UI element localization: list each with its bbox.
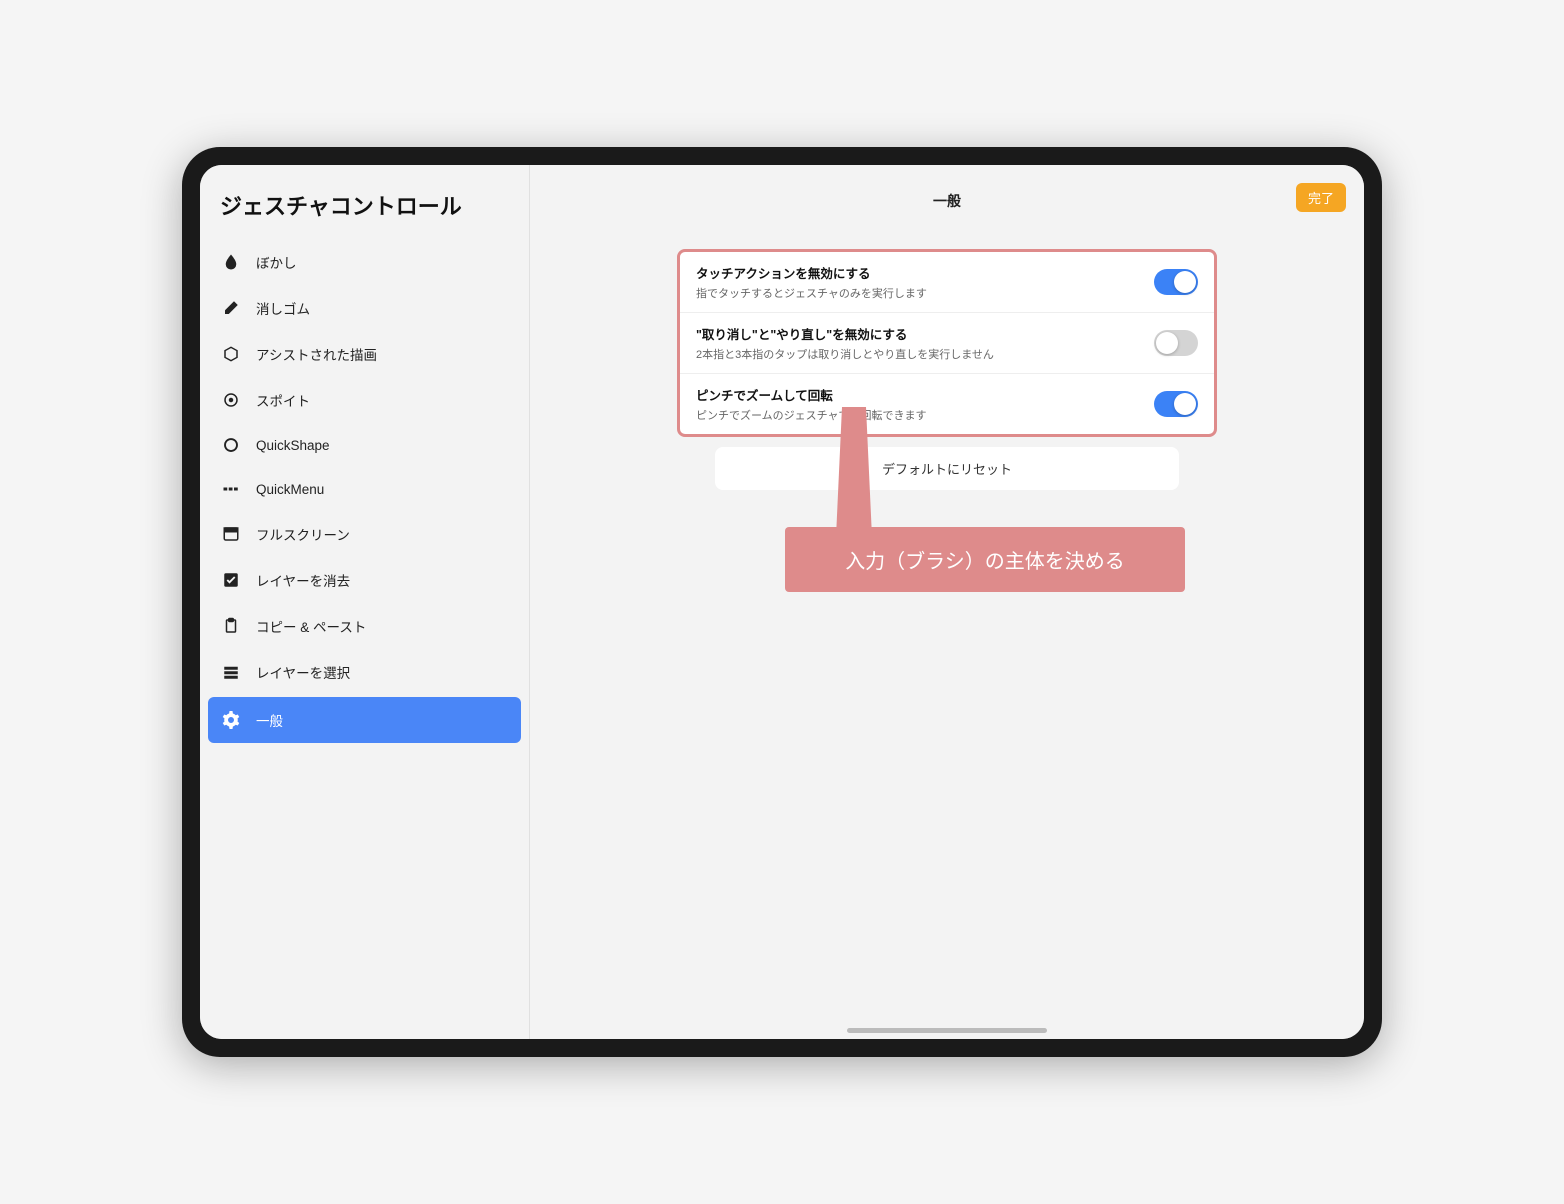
done-button[interactable]: 完了 [1296,183,1346,212]
blur-icon [222,253,240,271]
setting-desc: 2本指と3本指のタップは取り消しとやり直しを実行しません [696,346,1154,362]
home-indicator[interactable] [847,1028,1047,1033]
reset-defaults-button[interactable]: デフォルトにリセット [715,447,1179,490]
setting-label: ピンチでズームして回転 [696,385,1154,404]
cube-icon [222,345,240,363]
clear-layer-icon [222,571,240,589]
sidebar-item-copy-paste[interactable]: コピー & ペースト [200,603,529,649]
screen: ジェスチャコントロール ぼかし 消しゴム アシストされた描画 [200,165,1364,1039]
quickshape-icon [222,436,240,454]
select-layer-icon [222,663,240,681]
setting-text: タッチアクションを無効にする 指でタッチするとジェスチャのみを実行します [696,263,1154,301]
sidebar-item-label: 一般 [256,710,283,730]
setting-pinch-zoom-rotate: ピンチでズームして回転 ピンチでズームのジェスチャでも回転できます [680,374,1214,434]
setting-label: "取り消し"と"やり直し"を無効にする [696,324,1154,343]
eyedropper-icon [222,391,240,409]
sidebar-item-label: レイヤーを消去 [256,570,350,590]
quickmenu-icon [222,480,240,498]
sidebar-item-label: QuickMenu [256,482,324,497]
setting-text: "取り消し"と"やり直し"を無効にする 2本指と3本指のタップは取り消しとやり直… [696,324,1154,362]
gear-icon [222,711,240,729]
settings-group: タッチアクションを無効にする 指でタッチするとジェスチャのみを実行します "取り… [677,249,1217,437]
main-panel: 一般 完了 タッチアクションを無効にする 指でタッチするとジェスチャのみを実行し… [530,165,1364,1039]
sidebar-item-fullscreen[interactable]: フルスクリーン [200,511,529,557]
clipboard-icon [222,617,240,635]
sidebar-item-label: スポイト [256,390,310,410]
fullscreen-icon [222,525,240,543]
sidebar-item-label: ぼかし [256,252,297,272]
sidebar-item-label: 消しゴム [256,298,310,318]
main-header: 一般 完了 [530,183,1364,219]
toggle-disable-touch[interactable] [1154,269,1198,295]
callout-annotation: 入力（ブラシ）の主体を決める [785,527,1185,592]
sidebar-item-label: QuickShape [256,438,330,453]
sidebar-item-clear-layer[interactable]: レイヤーを消去 [200,557,529,603]
sidebar-item-general[interactable]: 一般 [208,697,521,743]
setting-disable-undo-redo: "取り消し"と"やり直し"を無効にする 2本指と3本指のタップは取り消しとやり直… [680,313,1214,374]
sidebar-item-quickmenu[interactable]: QuickMenu [200,467,529,511]
sidebar-item-quickshape[interactable]: QuickShape [200,423,529,467]
sidebar-item-label: アシストされた描画 [256,344,377,364]
sidebar-item-label: コピー & ペースト [256,616,366,636]
setting-label: タッチアクションを無効にする [696,263,1154,282]
toggle-pinch-zoom-rotate[interactable] [1154,391,1198,417]
setting-desc: ピンチでズームのジェスチャでも回転できます [696,407,1154,423]
toggle-disable-undo-redo[interactable] [1154,330,1198,356]
setting-desc: 指でタッチするとジェスチャのみを実行します [696,285,1154,301]
sidebar-item-eyedropper[interactable]: スポイト [200,377,529,423]
sidebar: ジェスチャコントロール ぼかし 消しゴム アシストされた描画 [200,165,530,1039]
setting-text: ピンチでズームして回転 ピンチでズームのジェスチャでも回転できます [696,385,1154,423]
sidebar-item-label: フルスクリーン [256,524,350,544]
page-title: 一般 [933,191,961,211]
setting-disable-touch: タッチアクションを無効にする 指でタッチするとジェスチャのみを実行します [680,252,1214,313]
sidebar-item-label: レイヤーを選択 [256,662,350,682]
sidebar-item-eraser[interactable]: 消しゴム [200,285,529,331]
sidebar-item-blur[interactable]: ぼかし [200,239,529,285]
eraser-icon [222,299,240,317]
sidebar-item-assisted-draw[interactable]: アシストされた描画 [200,331,529,377]
ipad-frame: ジェスチャコントロール ぼかし 消しゴム アシストされた描画 [182,147,1382,1057]
sidebar-title: ジェスチャコントロール [200,183,529,239]
sidebar-item-select-layer[interactable]: レイヤーを選択 [200,649,529,695]
